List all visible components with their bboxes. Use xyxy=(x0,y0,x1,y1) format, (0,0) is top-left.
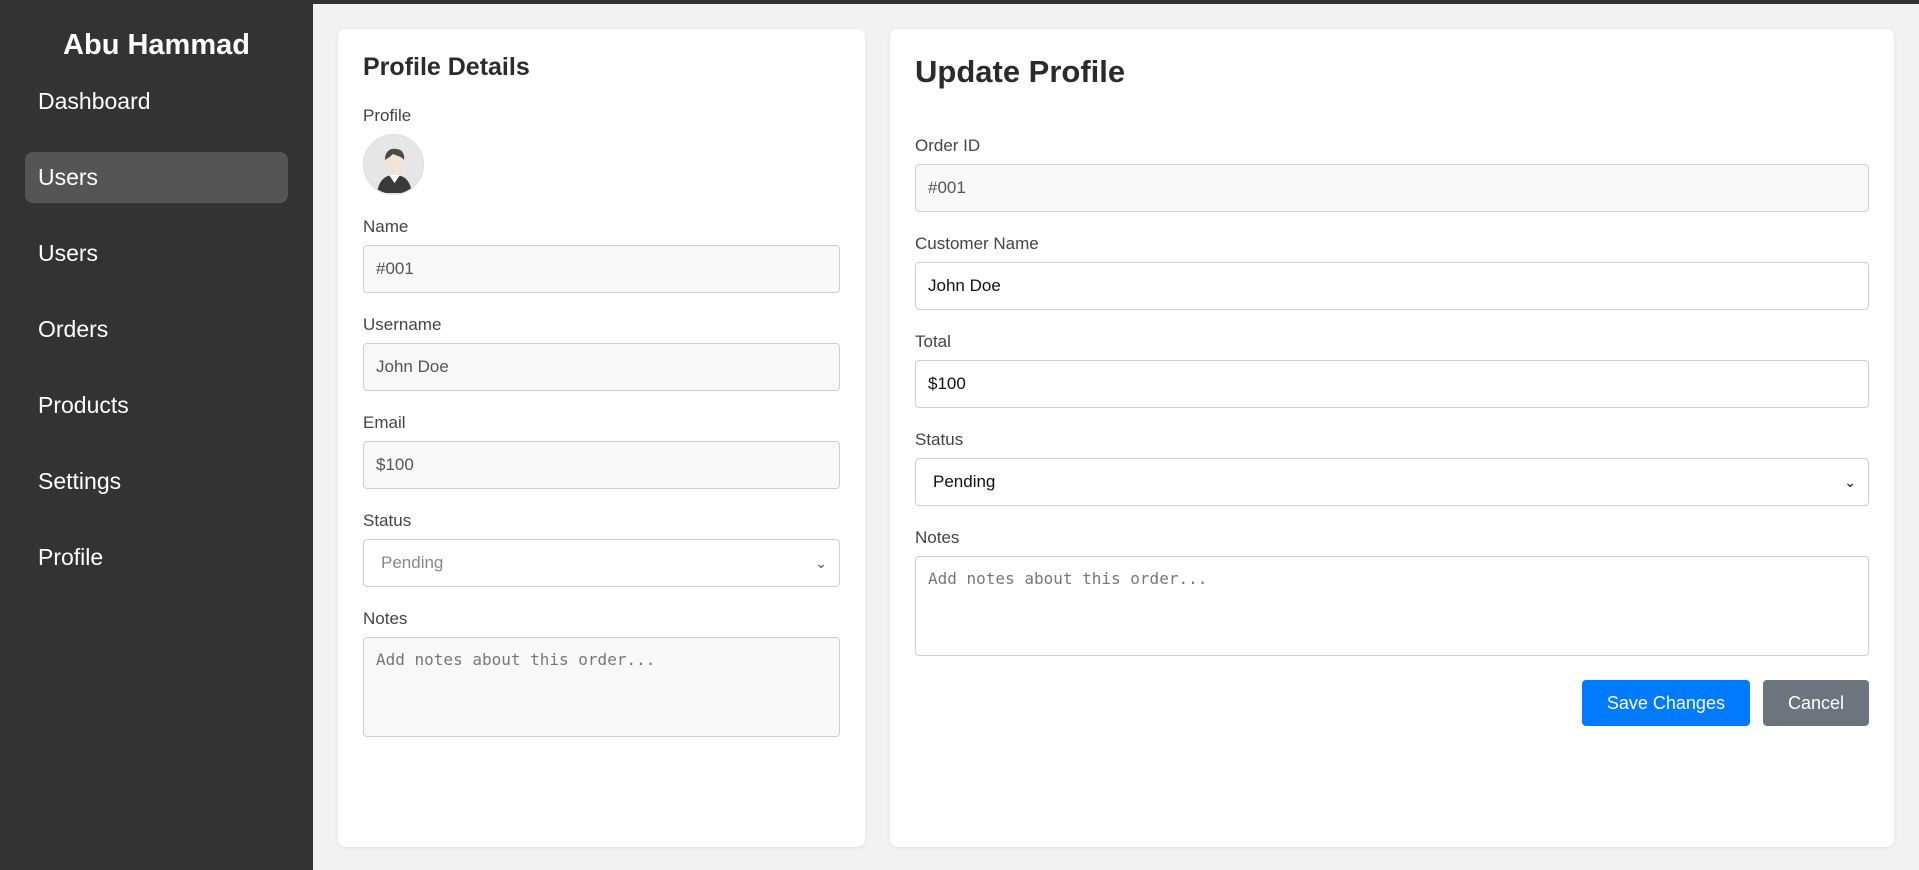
sidebar: Abu Hammad Dashboard Users Users Orders … xyxy=(0,0,313,870)
name-field[interactable]: #001 xyxy=(363,245,840,293)
email-field[interactable]: $100 xyxy=(363,441,840,489)
update-status-value: Pending xyxy=(933,472,996,491)
name-label: Name xyxy=(363,217,409,236)
username-field[interactable]: John Doe xyxy=(363,343,840,391)
sidebar-item-users-2[interactable]: Users xyxy=(25,228,288,279)
save-changes-button[interactable]: Save Changes xyxy=(1581,680,1750,726)
update-notes-textarea[interactable]: Add notes about this order... xyxy=(915,556,1869,656)
email-label: Email xyxy=(363,413,406,432)
customer-name-label: Customer Name xyxy=(915,234,1039,253)
cancel-button[interactable]: Cancel xyxy=(1762,680,1869,726)
sidebar-item-products[interactable]: Products xyxy=(25,380,288,431)
status-select[interactable]: Pending ⌄ xyxy=(363,539,840,587)
order-id-label: Order ID xyxy=(915,136,981,155)
order-id-field[interactable]: #001 xyxy=(915,164,1869,212)
user-avatar-icon xyxy=(363,134,424,195)
chevron-down-icon: ⌄ xyxy=(1844,473,1856,490)
total-label: Total xyxy=(915,332,951,351)
update-notes-label: Notes xyxy=(915,528,960,547)
sidebar-nav: Dashboard Users Users Orders Products Se… xyxy=(0,76,313,583)
brand-title: Abu Hammad xyxy=(63,29,250,61)
sidebar-item-orders[interactable]: Orders xyxy=(25,304,288,355)
status-select-value: Pending xyxy=(381,553,444,572)
main-content: Profile Details Profile Name #001 Userna… xyxy=(313,4,1919,870)
notes-label: Notes xyxy=(363,609,408,628)
notes-textarea[interactable]: Add notes about this order... xyxy=(363,637,840,737)
chevron-down-icon: ⌄ xyxy=(815,554,827,571)
total-input[interactable]: $100 xyxy=(915,360,1869,408)
profile-details-title: Profile Details xyxy=(363,53,530,81)
form-actions: Save Changes Cancel xyxy=(915,680,1869,726)
profile-details-card: Profile Details Profile Name #001 Userna… xyxy=(338,29,865,847)
customer-name-input[interactable]: John Doe xyxy=(915,262,1869,310)
update-profile-title: Update Profile xyxy=(915,54,1126,89)
username-label: Username xyxy=(363,315,442,334)
sidebar-item-profile[interactable]: Profile xyxy=(25,532,288,583)
sidebar-item-users[interactable]: Users xyxy=(25,152,288,203)
update-profile-card: Update Profile Order ID #001 Customer Na… xyxy=(890,29,1894,847)
sidebar-item-dashboard[interactable]: Dashboard xyxy=(25,76,288,127)
status-label: Status xyxy=(363,511,412,530)
profile-label: Profile xyxy=(363,106,412,125)
sidebar-item-settings[interactable]: Settings xyxy=(25,456,288,507)
update-status-label: Status xyxy=(915,430,964,449)
update-status-select[interactable]: Pending ⌄ xyxy=(915,458,1869,506)
